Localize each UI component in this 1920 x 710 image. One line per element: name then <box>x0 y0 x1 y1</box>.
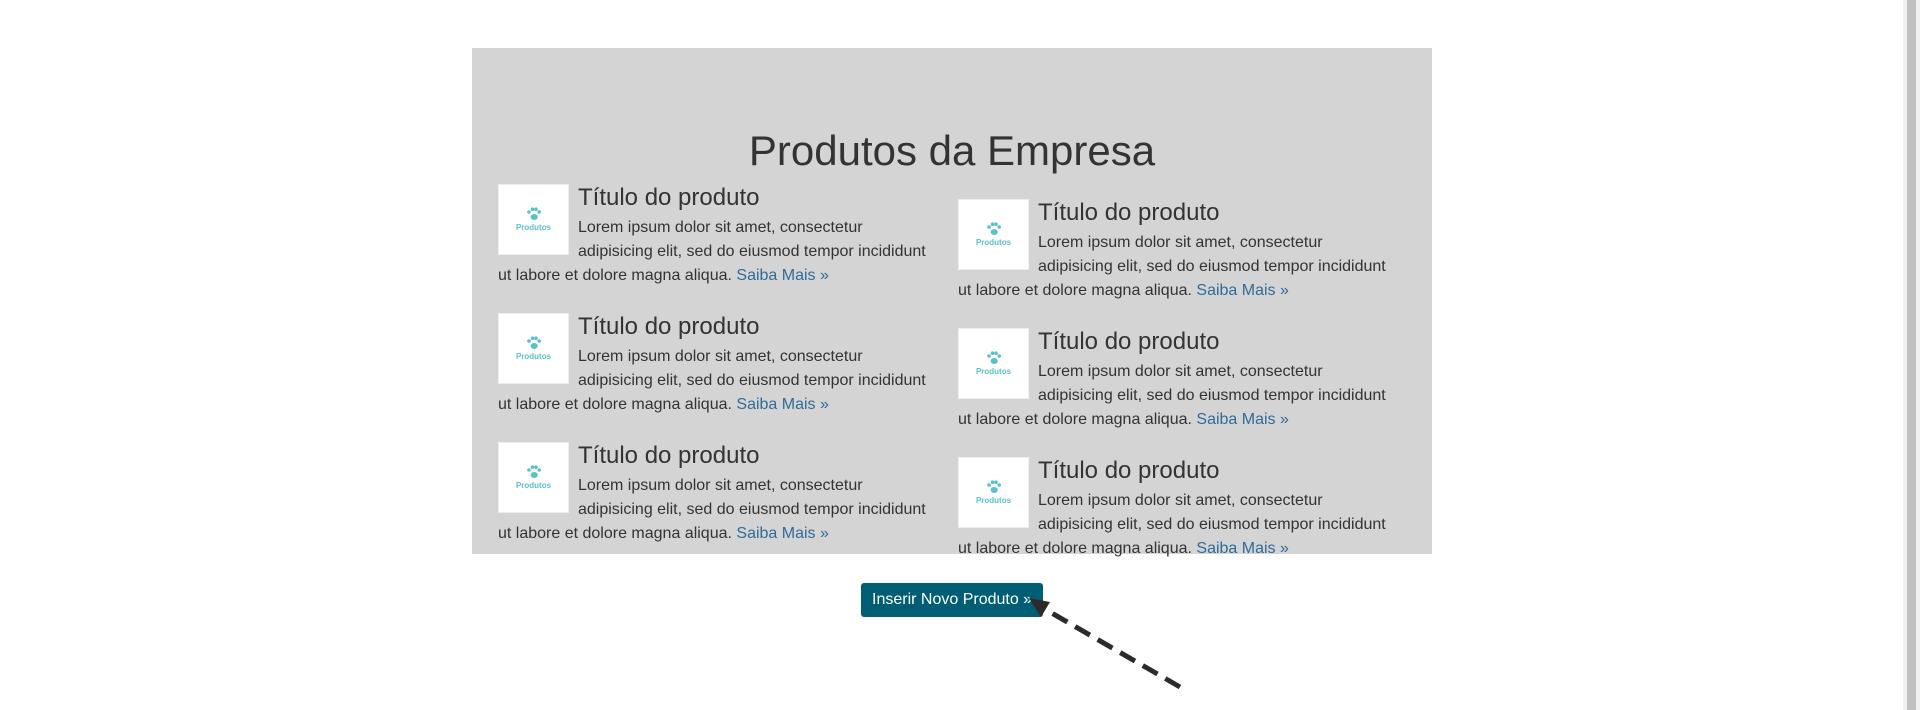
thumbnail-logo-text: Produtos <box>515 222 552 232</box>
scrollbar-thumb[interactable] <box>1907 0 1916 710</box>
product-item: Produtos Título do produto Lorem ipsum d… <box>958 328 1388 457</box>
product-item: Produtos Título do produto Lorem ipsum d… <box>958 457 1388 586</box>
saiba-mais-link[interactable]: Saiba Mais » <box>736 396 829 413</box>
thumbnail-logo-text: Produtos <box>515 351 552 361</box>
saiba-mais-link[interactable]: Saiba Mais » <box>1196 411 1289 428</box>
saiba-mais-link[interactable]: Saiba Mais » <box>736 525 829 542</box>
insert-product-button[interactable]: Inserir Novo Produto » <box>861 583 1044 617</box>
paw-icon <box>986 350 1001 364</box>
saiba-mais-link[interactable]: Saiba Mais » <box>1196 540 1289 557</box>
product-thumbnail: Produtos <box>498 184 569 255</box>
paw-icon <box>526 206 541 220</box>
thumbnail-logo-text: Produtos <box>975 366 1012 376</box>
saiba-mais-link[interactable]: Saiba Mais » <box>1196 282 1289 299</box>
product-thumbnail: Produtos <box>498 442 569 513</box>
product-item: Produtos Título do produto Lorem ipsum d… <box>498 442 928 571</box>
thumbnail-logo-text: Produtos <box>515 480 552 490</box>
product-thumbnail: Produtos <box>498 313 569 384</box>
paw-icon <box>526 335 541 349</box>
page-title: Produtos da Empresa <box>748 127 1156 174</box>
product-item: Produtos Título do produto Lorem ipsum d… <box>498 313 928 442</box>
products-panel: Produtos da Empresa Produtos Título do p… <box>472 48 1432 557</box>
products-column-right: Produtos Título do produto Lorem ipsum d… <box>958 199 1388 586</box>
thumbnail-logo-text: Produtos <box>975 237 1012 247</box>
product-thumbnail: Produtos <box>958 199 1029 270</box>
vertical-scrollbar[interactable] <box>1903 0 1920 710</box>
products-column-left: Produtos Título do produto Lorem ipsum d… <box>498 184 928 571</box>
paw-icon <box>526 464 541 478</box>
paw-icon <box>986 479 1001 493</box>
thumbnail-logo-text: Produtos <box>975 495 1012 505</box>
product-item: Produtos Título do produto Lorem ipsum d… <box>498 184 928 313</box>
saiba-mais-link[interactable]: Saiba Mais » <box>736 267 829 284</box>
product-thumbnail: Produtos <box>958 457 1029 528</box>
dashed-arrow-icon <box>1029 598 1182 690</box>
product-thumbnail: Produtos <box>958 328 1029 399</box>
paw-icon <box>986 221 1001 235</box>
page: Produtos da Empresa Produtos Título do p… <box>0 0 1920 710</box>
product-item: Produtos Título do produto Lorem ipsum d… <box>958 199 1388 328</box>
